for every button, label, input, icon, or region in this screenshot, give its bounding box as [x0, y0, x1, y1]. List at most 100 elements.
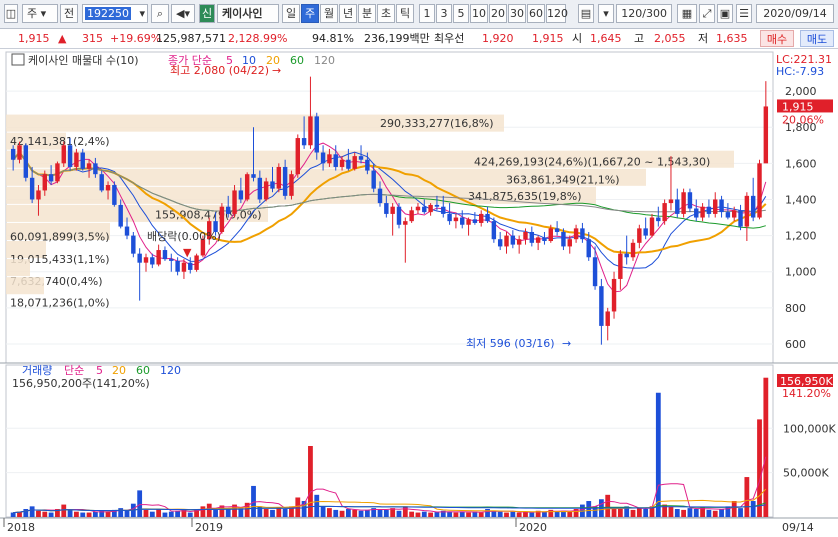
high-price: 2,055	[654, 32, 686, 45]
volume-bar	[655, 392, 661, 517]
search-icon[interactable]: ⌕	[151, 4, 169, 23]
candle-body	[447, 213, 452, 222]
interval-button-5[interactable]: 5	[453, 4, 469, 23]
grid-icon[interactable]: ▦	[677, 4, 697, 23]
candle-body	[744, 195, 750, 227]
sell-button[interactable]: 매도	[800, 30, 834, 47]
volume-bar	[421, 511, 427, 517]
low-note: 최저 596 (03/16)	[466, 337, 555, 350]
price-tick-label: 600	[785, 338, 806, 351]
interval-button-10[interactable]: 10	[470, 4, 488, 23]
code-input[interactable]: 192250 ▾	[82, 4, 148, 23]
tab-period-6[interactable]: 틱	[396, 4, 414, 23]
chart-menu-icon[interactable]: ◫	[4, 4, 18, 23]
volume-ma-period: 5	[96, 364, 103, 377]
volume-bar	[586, 501, 592, 517]
candle-body	[181, 262, 187, 272]
interval-button-3[interactable]: 3	[436, 4, 452, 23]
volume-profile-bar	[6, 277, 44, 295]
candle-body	[301, 138, 307, 146]
volume-bar	[453, 512, 459, 517]
volume-ma-period: 120	[160, 364, 181, 377]
current-price: 1,915	[18, 32, 50, 45]
volume-ratio: 2,128.99%	[228, 32, 288, 45]
dividend-note: 배당락(0.00%)	[147, 230, 221, 243]
price-ma-period: 20	[266, 54, 280, 67]
candle-body	[251, 174, 256, 178]
interval-button-20[interactable]: 20	[489, 4, 507, 23]
date-input[interactable]: 2020/09/14	[756, 4, 834, 23]
interval-button-30[interactable]: 30	[508, 4, 526, 23]
tab-period-0[interactable]: 일	[282, 4, 300, 23]
candle-body	[675, 199, 680, 214]
volume-bar	[377, 509, 383, 517]
interval-button-120[interactable]: 120	[546, 4, 568, 23]
volume-bar	[156, 509, 162, 517]
volume-profile-label: 18,071,236(1,0%)	[10, 296, 110, 309]
candle-body	[137, 253, 142, 263]
save-icon[interactable]: ▣	[717, 4, 733, 23]
type-select-label: 전	[63, 7, 75, 20]
chevron-down-icon[interactable]: ▾	[598, 4, 614, 23]
candle-body	[86, 163, 92, 169]
volume-bar	[383, 509, 389, 517]
tab-period-5[interactable]: 초	[377, 4, 395, 23]
candle-body	[10, 148, 16, 160]
candle-body	[706, 206, 712, 214]
toolbar: ◫ 주 ▾ 전 192250 ▾ ⌕ ◀▾ 신 케이사인 ▤ ▾ 120/300…	[0, 0, 838, 29]
x-axis-end-label: 09/14	[782, 521, 814, 534]
tab-period-1[interactable]: 주	[301, 4, 319, 23]
candle-body	[662, 203, 667, 222]
candle-body	[453, 217, 459, 222]
calendar-icon[interactable]: ▤	[578, 4, 594, 23]
volume-bar	[757, 419, 762, 517]
chevron-down-icon[interactable]: ▾	[139, 5, 145, 22]
candle-body	[441, 206, 446, 214]
candle-body	[29, 177, 35, 200]
settings-icon[interactable]: ☰	[736, 4, 752, 23]
candle-body	[36, 190, 41, 200]
current-volume-pct: 141.20%	[782, 387, 831, 400]
x-axis-label: 2019	[195, 521, 223, 534]
candle-body	[219, 206, 225, 232]
interval-button-60[interactable]: 60	[527, 4, 545, 23]
market-select[interactable]: 주 ▾	[22, 4, 58, 23]
candle-body	[561, 231, 566, 247]
volume-bar	[459, 511, 465, 517]
candle-body	[238, 190, 244, 200]
candle-body	[491, 221, 497, 240]
candle-body	[377, 188, 383, 204]
count-value: 120/300	[621, 7, 667, 20]
candle-body	[320, 152, 326, 164]
volume-bar	[175, 510, 181, 517]
candle-body	[150, 257, 155, 265]
candle-body	[118, 204, 123, 227]
candle-body	[422, 206, 427, 213]
candle-body	[713, 199, 718, 214]
trend-icon[interactable]: ⤢	[699, 4, 715, 23]
price-change: 315	[82, 32, 103, 45]
type-select[interactable]: 전	[60, 4, 78, 23]
stock-chart[interactable]: 2,0001,8001,6001,4001,2001,000800600290,…	[0, 50, 838, 537]
volume-bar	[668, 506, 674, 517]
tab-period-3[interactable]: 년	[339, 4, 357, 23]
volume-bar	[409, 511, 415, 517]
candle-body	[225, 206, 231, 214]
x-axis-label: 2018	[7, 521, 35, 534]
market-select-label: 주	[27, 7, 38, 20]
interval-button-1[interactable]: 1	[419, 4, 435, 23]
candle-body	[232, 190, 237, 214]
candle-body	[55, 163, 60, 182]
candle-body	[485, 213, 490, 222]
count-input[interactable]: 120/300	[616, 4, 672, 23]
candle-body	[61, 145, 66, 164]
tab-period-2[interactable]: 월	[320, 4, 338, 23]
candle-body	[314, 116, 319, 153]
tab-period-4[interactable]: 분	[358, 4, 376, 23]
buy-button[interactable]: 매수	[760, 30, 794, 47]
candle-body	[592, 257, 598, 287]
speaker-icon[interactable]: ◀▾	[171, 4, 195, 23]
price-panel-title: 케이사인 매물대 수(10)	[28, 54, 139, 67]
high-label: 고	[634, 32, 645, 45]
candle-body	[289, 174, 294, 196]
